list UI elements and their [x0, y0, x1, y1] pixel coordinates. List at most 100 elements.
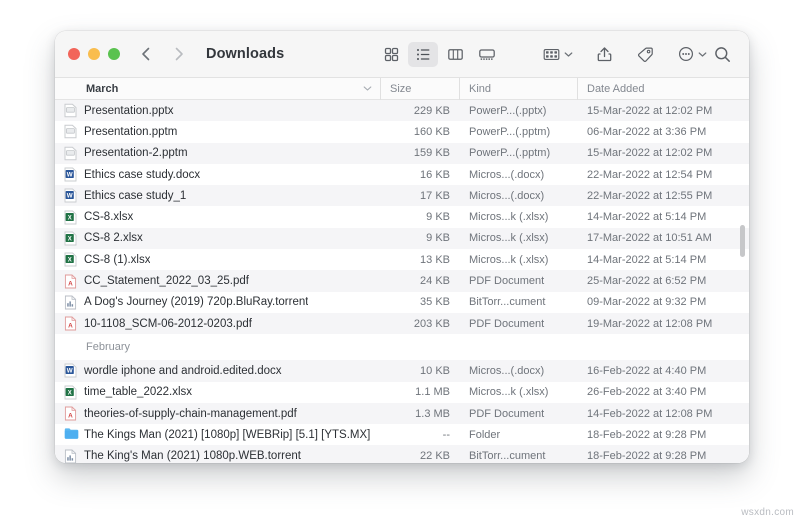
icon-view-button[interactable] — [376, 42, 406, 67]
table-row[interactable]: Presentation.pptm 160 KB PowerP...(.pptm) 0… — [55, 121, 749, 142]
svg-text:X: X — [68, 215, 72, 221]
file-kind-cell: BitTorr...cument — [469, 450, 546, 463]
svg-text:X: X — [68, 258, 72, 264]
svg-text:X: X — [68, 236, 72, 242]
file-name-label: Presentation.pptm — [84, 125, 178, 138]
search-icon[interactable] — [710, 42, 735, 67]
gallery-view-button[interactable] — [472, 42, 502, 67]
file-name-cell[interactable]: The King's Man (2021) 1080p.WEB.torrent — [55, 449, 380, 463]
table-row[interactable]: Atheories-of-supply-chain-management.pdf… — [55, 402, 749, 425]
file-name-cell[interactable]: Xtime_table_2022.xlsx — [55, 385, 380, 400]
maximize-window-button[interactable] — [108, 48, 120, 60]
table-row[interactable]: X CS-8 (1).xlsx 13 KB Micros...k (.xlsx) 14-… — [55, 249, 749, 270]
column-header-bar: March Size Kind Date Added — [55, 77, 749, 100]
file-size-cell: 24 KB — [420, 275, 450, 288]
file-date-added-cell: 22-Mar-2022 at 12:54 PM — [587, 168, 713, 181]
file-name-label: The Kings Man (2021) [1080p] [WEBRip] [5… — [84, 428, 371, 441]
svg-text:A: A — [68, 322, 73, 329]
column-header-size[interactable]: Size — [380, 77, 459, 100]
pdf-file-icon: A — [64, 274, 77, 289]
file-name-cell[interactable]: Wwordle iphone and android.edited.docx — [55, 363, 380, 378]
chevron-down-icon — [564, 45, 573, 63]
file-name-label: A Dog's Journey (2019) 720p.BluRay.torre… — [84, 296, 309, 309]
file-kind-cell: Folder — [469, 428, 501, 441]
file-name-cell[interactable]: X CS-8 2.xlsx — [55, 231, 380, 246]
table-row[interactable]: W Ethics case study_1 17 KB Micros...(.docx… — [55, 185, 749, 207]
watermark-text: wsxdn.com — [741, 507, 794, 518]
table-row[interactable]: A Dog's Journey (2019) 720p.BluRay.torre… — [55, 292, 749, 313]
file-name-label: time_table_2022.xlsx — [84, 386, 193, 399]
file-date-added-cell: 26-Feb-2022 at 3:40 PM — [587, 386, 707, 399]
table-row[interactable]: The Kings Man (2021) [1080p] [WEBRip] [5… — [55, 424, 749, 445]
more-actions-button[interactable] — [674, 42, 710, 67]
column-header-date-added[interactable]: Date Added — [577, 77, 749, 100]
table-row[interactable]: Presentation.pptx 229 KB PowerP...(.pptx) 1… — [55, 100, 749, 122]
file-kind-cell: Micros...k (.xlsx) — [469, 386, 549, 399]
file-date-added-cell: 18-Feb-2022 at 9:28 PM — [587, 450, 707, 463]
table-row[interactable]: X CS-8 2.xlsx 9 KB Micros...k (.xlsx) 17-Mar… — [55, 227, 749, 250]
excel-file-icon: X — [64, 210, 77, 225]
file-name-cell[interactable]: A CC_Statement_2022_03_25.pdf — [55, 274, 380, 289]
file-name-cell[interactable]: A 10-1108_SCM-06-2012-0203.pdf — [55, 316, 380, 331]
group-by-button[interactable] — [539, 42, 576, 67]
table-row[interactable]: A 10-1108_SCM-06-2012-0203.pdf 203 KB PDF D… — [55, 312, 749, 335]
pdf-file-icon: A — [64, 316, 77, 331]
file-name-cell[interactable]: Presentation.pptm — [55, 124, 380, 139]
svg-text:A: A — [68, 280, 73, 287]
sort-chevron-down-icon[interactable] — [363, 78, 372, 100]
file-date-added-cell: 14-Feb-2022 at 12:08 PM — [587, 407, 713, 420]
file-name-cell[interactable]: X CS-8 (1).xlsx — [55, 252, 380, 267]
excel-file-icon: X — [64, 252, 77, 267]
table-row[interactable]: Xtime_table_2022.xlsx 1.1 MB Micros...k (.… — [55, 382, 749, 403]
file-name-cell[interactable]: Presentation-2.pptm — [55, 146, 380, 161]
file-name-label: CS-8 2.xlsx — [84, 232, 143, 245]
table-row[interactable]: X CS-8.xlsx 9 KB Micros...k (.xlsx) 14-Mar-2… — [55, 206, 749, 227]
back-chevron-icon[interactable] — [139, 45, 153, 63]
file-date-added-cell: 16-Feb-2022 at 4:40 PM — [587, 364, 707, 377]
file-date-added-cell: 19-Mar-2022 at 12:08 PM — [587, 317, 713, 330]
column-header-kind[interactable]: Kind — [459, 77, 577, 100]
file-date-added-cell: 15-Mar-2022 at 12:02 PM — [587, 147, 713, 160]
navigation-arrows — [139, 45, 186, 63]
minimize-window-button[interactable] — [88, 48, 100, 60]
file-size-cell: 13 KB — [420, 253, 450, 266]
chevron-down-icon — [698, 45, 707, 63]
table-row[interactable]: W Ethics case study.docx 16 KB Micros...(.d… — [55, 164, 749, 185]
table-row[interactable]: A CC_Statement_2022_03_25.pdf 24 KB PDF Doc… — [55, 270, 749, 292]
file-name-cell[interactable]: Presentation.pptx — [55, 103, 380, 118]
excel-file-icon: X — [64, 231, 77, 246]
table-row[interactable]: Wwordle iphone and android.edited.docx 10… — [55, 360, 749, 382]
table-row[interactable]: The King's Man (2021) 1080p.WEB.torrent 2… — [55, 445, 749, 463]
file-name-cell[interactable]: A Dog's Journey (2019) 720p.BluRay.torre… — [55, 295, 380, 310]
excel-file-icon: X — [64, 385, 77, 400]
file-kind-cell: PDF Document — [469, 275, 545, 288]
file-date-added-cell: 14-Mar-2022 at 5:14 PM — [587, 211, 707, 224]
file-name-label: CS-8 (1).xlsx — [84, 253, 151, 266]
torrent-file-icon — [64, 449, 77, 463]
file-kind-cell: Micros...(.docx) — [469, 168, 545, 181]
file-name-label: Ethics case study.docx — [84, 168, 201, 181]
file-name-cell[interactable]: X CS-8.xlsx — [55, 210, 380, 225]
column-view-button[interactable] — [440, 42, 470, 67]
file-name-label: Ethics case study_1 — [84, 189, 187, 202]
file-name-cell[interactable]: Atheories-of-supply-chain-management.pdf — [55, 406, 380, 421]
file-list[interactable]: Presentation.pptx 229 KB PowerP...(.pptx) 1… — [55, 100, 749, 463]
file-size-cell: 10 KB — [420, 364, 450, 377]
share-icon[interactable] — [592, 42, 617, 67]
file-date-added-cell: 25-Mar-2022 at 6:52 PM — [587, 275, 707, 288]
forward-chevron-icon[interactable] — [172, 45, 186, 63]
word-file-icon: W — [64, 167, 77, 182]
file-size-cell: 9 KB — [426, 211, 450, 224]
close-window-button[interactable] — [68, 48, 80, 60]
file-name-cell[interactable]: The Kings Man (2021) [1080p] [WEBRip] [5… — [55, 427, 380, 442]
file-name-cell[interactable]: W Ethics case study_1 — [55, 188, 380, 203]
tag-icon[interactable] — [633, 42, 658, 67]
file-name-cell[interactable]: W Ethics case study.docx — [55, 167, 380, 182]
list-view-button[interactable] — [408, 41, 439, 67]
file-kind-cell: Micros...(.docx) — [469, 364, 545, 377]
file-size-cell: 1.1 MB — [415, 386, 450, 399]
column-header-name[interactable]: March — [55, 78, 380, 100]
file-kind-cell: Micros...k (.xlsx) — [469, 232, 549, 245]
table-row[interactable]: Presentation-2.pptm 159 KB PowerP...(.pptm… — [55, 142, 749, 164]
svg-text:W: W — [67, 368, 73, 375]
